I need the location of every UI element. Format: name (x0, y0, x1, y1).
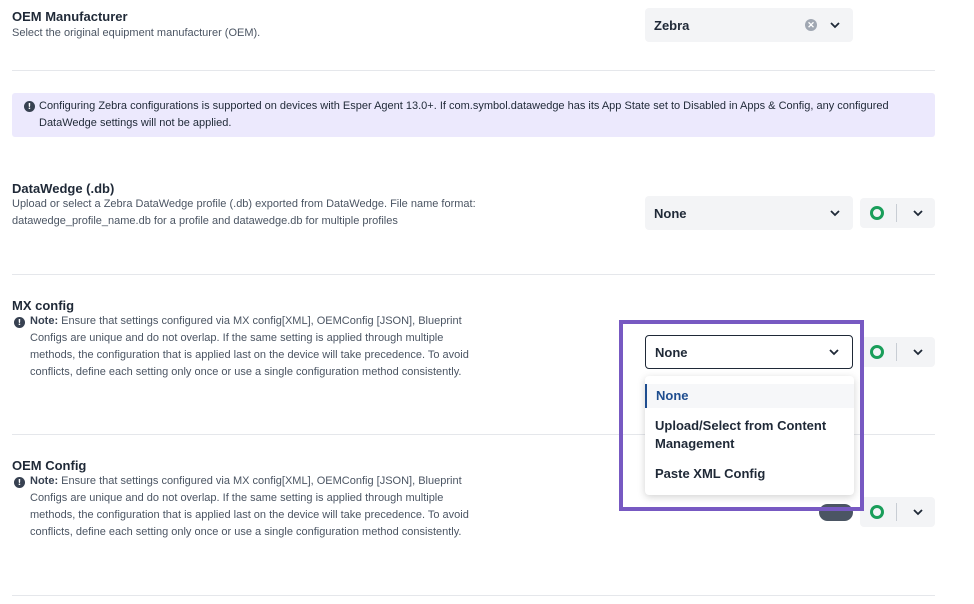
oem-manufacturer-title: OEM Manufacturer (12, 9, 128, 24)
oem-config-actions (860, 497, 935, 527)
mx-config-note-label: Note: (30, 315, 59, 327)
datawedge-value: None (654, 205, 687, 221)
chevron-down-icon[interactable] (910, 205, 926, 221)
oem-manufacturer-value: Zebra (654, 17, 690, 33)
chevron-down-icon (830, 210, 840, 217)
oem-config-note-text: Ensure that settings configured via MX c… (30, 475, 469, 538)
section-divider (12, 70, 935, 71)
oem-config-note: Note: Ensure that settings configured vi… (30, 473, 480, 541)
info-circle-icon: ! (14, 477, 25, 488)
clear-icon[interactable]: ✕ (805, 19, 817, 31)
datawedge-title: DataWedge (.db) (12, 181, 115, 196)
chevron-down-icon (830, 22, 840, 29)
chevron-down-icon[interactable] (910, 504, 926, 520)
oem-config-note-label: Note: (30, 475, 59, 487)
info-banner-text: Configuring Zebra configurations is supp… (39, 100, 889, 129)
info-circle-icon: ! (14, 317, 25, 328)
oem-config-title: OEM Config (12, 458, 87, 473)
status-ring-icon[interactable] (870, 505, 884, 519)
mx-config-title: MX config (12, 298, 75, 313)
status-ring-icon[interactable] (870, 345, 884, 359)
status-ring-icon[interactable] (870, 206, 884, 220)
info-circle-icon: ! (24, 101, 35, 112)
oem-manufacturer-description: Select the original equipment manufactur… (12, 27, 261, 39)
actions-separator (896, 503, 897, 521)
mx-config-note-text: Ensure that settings configured via MX c… (30, 315, 469, 378)
datawedge-select[interactable]: None (645, 196, 853, 230)
actions-separator (896, 343, 897, 361)
section-divider (12, 274, 935, 275)
section-divider (12, 595, 935, 596)
highlight-box (619, 320, 864, 511)
mx-config-note: Note: Ensure that settings configured vi… (30, 313, 480, 381)
actions-separator (896, 204, 897, 222)
info-banner: ! Configuring Zebra configurations is su… (12, 93, 935, 137)
mx-config-actions (860, 337, 935, 367)
oem-manufacturer-select[interactable]: Zebra ✕ (645, 8, 853, 42)
datawedge-description: Upload or select a Zebra DataWedge profi… (12, 198, 476, 227)
chevron-down-icon[interactable] (910, 344, 926, 360)
datawedge-actions (860, 198, 935, 228)
